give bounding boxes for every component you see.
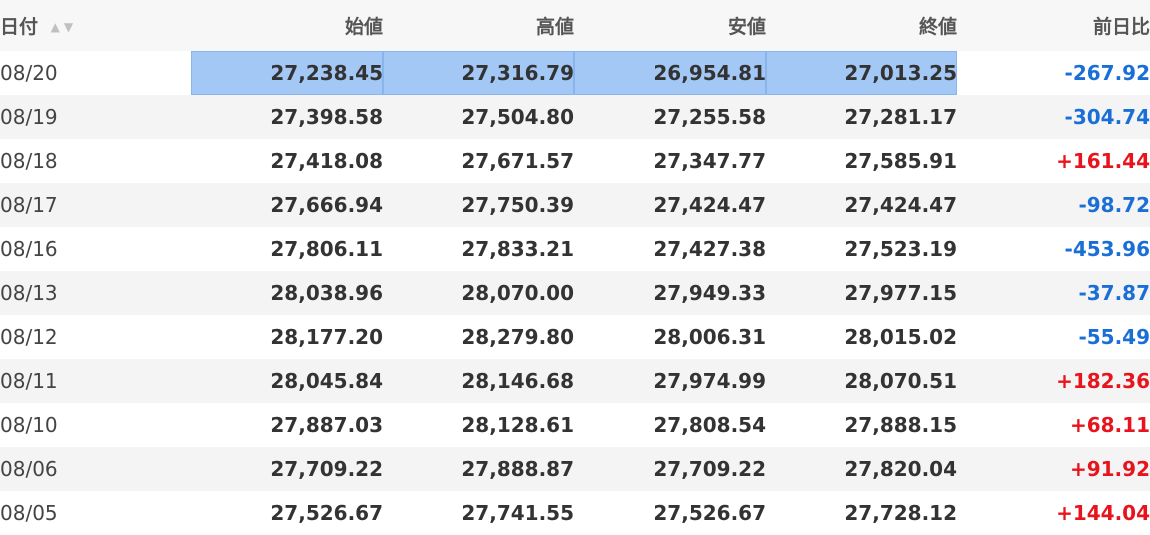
cell-low: 27,424.47 — [653, 193, 766, 217]
cell-low: 27,347.77 — [653, 149, 766, 173]
header-open[interactable]: 始値 — [191, 0, 383, 51]
table-row[interactable]: 08/20 27,238.45 27,316.79 26,954.81 27,013.2… — [0, 51, 1150, 95]
cell-open: 27,887.03 — [270, 413, 383, 437]
cell-change: +144.04 — [1056, 501, 1150, 525]
header-date[interactable]: 日付 ▲ ▼ — [0, 0, 191, 51]
cell-open: 28,045.84 — [270, 369, 383, 393]
cell-low: 28,006.31 — [653, 325, 766, 349]
cell-close: 27,523.19 — [844, 237, 957, 261]
cell-low: 27,974.99 — [653, 369, 766, 393]
cell-high: 28,128.61 — [461, 413, 574, 437]
table-header: 日付 ▲ ▼ 始値 高値 安値 終値 前日比 — [0, 0, 1150, 51]
cell-high: 27,750.39 — [461, 193, 574, 217]
cell-open: 27,709.22 — [270, 457, 383, 481]
table-row[interactable]: 08/06 27,709.22 27,888.87 27,709.22 27,820.0… — [0, 447, 1150, 491]
cell-close: 28,015.02 — [844, 325, 957, 349]
cell-high: 27,833.21 — [461, 237, 574, 261]
cell-close: 27,888.15 — [844, 413, 957, 437]
cell-date: 08/05 — [0, 501, 58, 525]
table-row[interactable]: 08/16 27,806.11 27,833.21 27,427.38 27,523.1… — [0, 227, 1150, 271]
cell-change: +68.11 — [1069, 413, 1150, 437]
cell-change: +91.92 — [1069, 457, 1150, 481]
cell-high: 28,146.68 — [461, 369, 574, 393]
header-change[interactable]: 前日比 — [957, 0, 1150, 51]
table-body: 08/20 27,238.45 27,316.79 26,954.81 27,013.2… — [0, 51, 1150, 535]
table-row[interactable]: 08/13 28,038.96 28,070.00 27,949.33 27,977.1… — [0, 271, 1150, 315]
table-row[interactable]: 08/19 27,398.58 27,504.80 27,255.58 27,281.1… — [0, 95, 1150, 139]
cell-high: 28,070.00 — [461, 281, 574, 305]
header-close[interactable]: 終値 — [766, 0, 957, 51]
cell-close: 27,977.15 — [844, 281, 957, 305]
cell-date: 08/17 — [0, 193, 58, 217]
cell-high: 27,671.57 — [461, 149, 574, 173]
table-row[interactable]: 08/05 27,526.67 27,741.55 27,526.67 27,728.1… — [0, 491, 1150, 535]
cell-change: +161.44 — [1056, 149, 1150, 173]
header-low[interactable]: 安値 — [574, 0, 766, 51]
cell-close: 27,281.17 — [844, 105, 957, 129]
header-high[interactable]: 高値 — [383, 0, 574, 51]
cell-open: 27,666.94 — [270, 193, 383, 217]
cell-date: 08/11 — [0, 369, 58, 393]
cell-date: 08/12 — [0, 325, 58, 349]
cell-change: -55.49 — [1078, 325, 1150, 349]
cell-close: 27,728.12 — [844, 501, 957, 525]
header-row: 日付 ▲ ▼ 始値 高値 安値 終値 前日比 — [0, 0, 1150, 51]
cell-date: 08/20 — [0, 61, 58, 85]
price-history-table: 日付 ▲ ▼ 始値 高値 安値 終値 前日比 08/20 27,238.45 27,3… — [0, 0, 1150, 535]
cell-change: +182.36 — [1056, 369, 1150, 393]
table-row[interactable]: 08/12 28,177.20 28,279.80 28,006.31 28,015.0… — [0, 315, 1150, 359]
cell-high: 27,504.80 — [461, 105, 574, 129]
cell-open: 27,398.58 — [270, 105, 383, 129]
cell-change: -267.92 — [1064, 61, 1150, 85]
cell-high: 27,888.87 — [461, 457, 574, 481]
cell-close: 27,585.91 — [844, 149, 957, 173]
cell-low: 27,526.67 — [653, 501, 766, 525]
cell-date: 08/13 — [0, 281, 58, 305]
cell-low: 27,808.54 — [653, 413, 766, 437]
table-row[interactable]: 08/10 27,887.03 28,128.61 27,808.54 27,888.1… — [0, 403, 1150, 447]
cell-open: 27,806.11 — [270, 237, 383, 261]
cell-date: 08/18 — [0, 149, 58, 173]
table-row[interactable]: 08/17 27,666.94 27,750.39 27,424.47 27,424.4… — [0, 183, 1150, 227]
cell-change: -37.87 — [1078, 281, 1150, 305]
cell-low: 27,255.58 — [653, 105, 766, 129]
cell-open: 27,238.45 — [191, 51, 383, 95]
sort-descending-icon[interactable]: ▼ — [64, 20, 73, 34]
cell-low: 27,427.38 — [653, 237, 766, 261]
cell-date: 08/16 — [0, 237, 58, 261]
cell-low: 27,709.22 — [653, 457, 766, 481]
cell-change: -304.74 — [1064, 105, 1150, 129]
cell-high: 27,741.55 — [461, 501, 574, 525]
cell-date: 08/06 — [0, 457, 58, 481]
table-row[interactable]: 08/18 27,418.08 27,671.57 27,347.77 27,585.9… — [0, 139, 1150, 183]
cell-change: -453.96 — [1064, 237, 1150, 261]
cell-open: 27,526.67 — [270, 501, 383, 525]
sort-ascending-icon[interactable]: ▲ — [51, 20, 60, 34]
cell-close: 27,820.04 — [844, 457, 957, 481]
cell-high: 28,279.80 — [461, 325, 574, 349]
cell-open: 28,038.96 — [270, 281, 383, 305]
cell-open: 27,418.08 — [270, 149, 383, 173]
cell-low: 27,949.33 — [653, 281, 766, 305]
cell-close: 27,424.47 — [844, 193, 957, 217]
table-row[interactable]: 08/11 28,045.84 28,146.68 27,974.99 28,070.5… — [0, 359, 1150, 403]
cell-high: 27,316.79 — [383, 51, 574, 95]
cell-close: 27,013.25 — [766, 51, 957, 95]
header-date-label: 日付 — [0, 16, 39, 38]
cell-change: -98.72 — [1078, 193, 1150, 217]
cell-date: 08/10 — [0, 413, 58, 437]
cell-close: 28,070.51 — [844, 369, 957, 393]
cell-date: 08/19 — [0, 105, 58, 129]
cell-open: 28,177.20 — [270, 325, 383, 349]
sort-controls[interactable]: ▲ ▼ — [51, 14, 77, 36]
cell-low: 26,954.81 — [574, 51, 766, 95]
